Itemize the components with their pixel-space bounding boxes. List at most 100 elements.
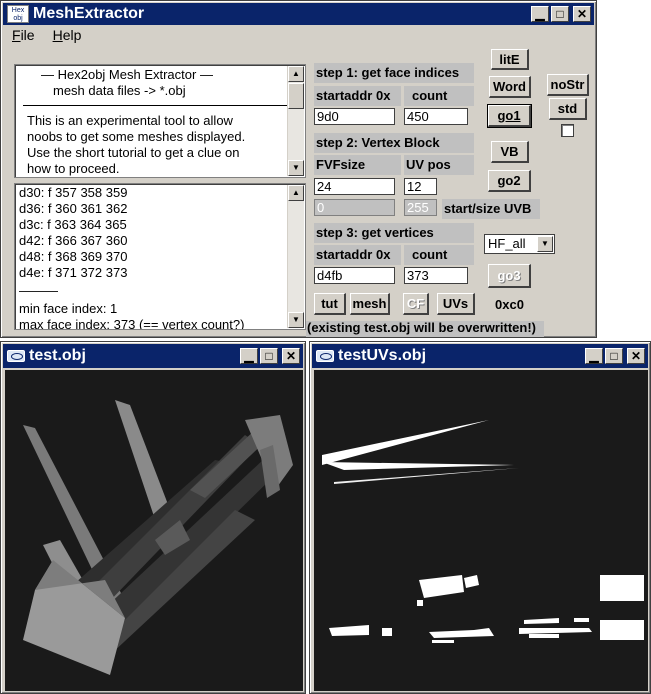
word-button[interactable]: Word: [489, 76, 531, 98]
uv-island: [382, 628, 392, 636]
uv-island: [322, 462, 514, 470]
info-text-box[interactable]: — Hex2obj Mesh Extractor — mesh data fil…: [14, 64, 306, 178]
mesh-render: [23, 400, 293, 675]
hex-obj-app-icon: Hex obj: [7, 5, 29, 23]
std-checkbox[interactable]: [561, 124, 574, 137]
step1-title: step 1: get face indices: [314, 63, 474, 83]
scroll-up-icon[interactable]: ▲: [288, 185, 304, 201]
menu-file[interactable]: File: [3, 26, 44, 46]
uv-island: [574, 618, 589, 622]
uv-island: [429, 628, 494, 638]
info-para-1: This is an experimental tool to allow: [27, 113, 233, 128]
mesh-extractor-window: Hex obj MeshExtractor ▁ □ ✕ File Help — …: [0, 0, 597, 338]
uv-island: [464, 575, 479, 588]
uv-window-title: testUVs.obj: [338, 347, 427, 364]
go2-button[interactable]: go2: [488, 170, 531, 192]
window-app-icon: [316, 350, 334, 362]
step3-count-label: count: [404, 245, 474, 265]
vb-button[interactable]: VB: [491, 141, 529, 163]
uv-island: [600, 620, 644, 640]
app-icon-text-bottom: obj: [13, 15, 23, 22]
uv-island: [417, 600, 423, 606]
cf-button[interactable]: CF: [403, 293, 429, 315]
menu-bar: File Help: [3, 26, 90, 46]
lite-button[interactable]: litE: [491, 49, 529, 70]
uv-island: [519, 628, 592, 634]
face-line: d30: f 357 358 359: [19, 185, 128, 200]
menu-file-label: ile: [20, 27, 35, 43]
uv-title-bar[interactable]: testUVs.obj ▁ □ ✕: [312, 344, 648, 368]
uv-island: [529, 634, 559, 638]
mesh-button[interactable]: mesh: [350, 293, 390, 315]
status-code: 0xc0: [495, 297, 524, 312]
info-subtitle: mesh data files -> *.obj: [53, 83, 186, 98]
go3-button[interactable]: go3: [488, 264, 531, 288]
mesh-window-title: test.obj: [29, 347, 86, 364]
close-icon[interactable]: ✕: [573, 6, 591, 22]
scroll-thumb[interactable]: [288, 83, 304, 109]
uv-island: [600, 575, 644, 601]
maximize-icon[interactable]: □: [551, 6, 569, 22]
face-log-box[interactable]: d30: f 357 358 359 d36: f 360 361 362 d3…: [14, 183, 306, 330]
overwrite-warning: (existing test.obj will be overwritten!): [306, 321, 544, 337]
uvs-button[interactable]: UVs: [437, 293, 475, 315]
uv-render: [322, 420, 644, 643]
face-line: d42: f 366 367 360: [19, 233, 128, 248]
step3-addr-input[interactable]: d4fb: [314, 267, 395, 284]
menu-help[interactable]: Help: [44, 26, 91, 46]
uv-island: [322, 420, 489, 465]
app-icon-text-top: Hex: [11, 7, 25, 14]
menu-help-mnemonic: H: [52, 27, 63, 43]
max-face-index: max face index: 373 (== vertex count?): [19, 317, 245, 330]
step2-title: step 2: Vertex Block: [314, 133, 474, 153]
main-title-bar[interactable]: Hex obj MeshExtractor ▁ □ ✕: [3, 3, 594, 25]
uv-island: [524, 618, 559, 624]
log-scrollbar[interactable]: ▲ ▼: [287, 185, 304, 328]
uv-pos-input[interactable]: 12: [404, 178, 437, 195]
close-icon[interactable]: ✕: [282, 348, 300, 364]
info-para-2: noobs to get some meshes displayed.: [27, 129, 246, 144]
minimize-icon[interactable]: ▁: [585, 348, 603, 364]
mesh-render-canvas[interactable]: [5, 370, 303, 691]
uv-island: [334, 468, 519, 484]
std-button[interactable]: std: [549, 98, 587, 120]
format-select-value: HF_all: [488, 236, 526, 251]
scroll-down-icon[interactable]: ▼: [288, 160, 304, 176]
info-title: — Hex2obj Mesh Extractor —: [41, 67, 213, 82]
close-icon[interactable]: ✕: [627, 348, 645, 364]
step1-count-input[interactable]: 450: [404, 108, 468, 125]
step1-count-label: count: [404, 86, 474, 106]
info-para-3: Use the short tutorial to get a clue on: [27, 145, 240, 160]
step1-addr-label: startaddr 0x: [314, 86, 401, 106]
window-app-icon: [7, 350, 25, 362]
menu-file-mnemonic: F: [12, 27, 21, 43]
face-line: d4e: f 371 372 373: [19, 265, 128, 280]
uvb-size-input[interactable]: 255: [404, 199, 437, 216]
minimize-icon[interactable]: ▁: [240, 348, 258, 364]
maximize-icon[interactable]: □: [605, 348, 623, 364]
nostr-button[interactable]: noStr: [547, 74, 589, 96]
uv-render-canvas[interactable]: [314, 370, 648, 691]
go1-button[interactable]: go1: [487, 104, 532, 128]
log-separator: ———: [19, 283, 58, 298]
mesh-view-window: test.obj ▁ □ ✕: [0, 341, 306, 694]
face-line: d48: f 368 369 370: [19, 249, 128, 264]
uv-view-window: testUVs.obj ▁ □ ✕: [309, 341, 651, 694]
format-select[interactable]: HF_all ▼: [484, 234, 555, 254]
step3-count-input[interactable]: 373: [404, 267, 468, 284]
mesh-title-bar[interactable]: test.obj ▁ □ ✕: [3, 344, 303, 368]
step3-addr-label: startaddr 0x: [314, 245, 401, 265]
tut-button[interactable]: tut: [314, 293, 346, 315]
maximize-icon[interactable]: □: [260, 348, 278, 364]
dropdown-arrow-icon[interactable]: ▼: [537, 236, 553, 252]
window-title: MeshExtractor: [33, 5, 145, 22]
scroll-down-icon[interactable]: ▼: [288, 312, 304, 328]
face-line: d36: f 360 361 362: [19, 201, 128, 216]
go1-label: go1: [497, 108, 521, 123]
scroll-up-icon[interactable]: ▲: [288, 66, 304, 82]
fvf-size-input[interactable]: 24: [314, 178, 395, 195]
minimize-icon[interactable]: ▁: [531, 6, 549, 22]
uvb-start-input[interactable]: 0: [314, 199, 395, 216]
info-scrollbar[interactable]: ▲ ▼: [287, 66, 304, 176]
step1-addr-input[interactable]: 9d0: [314, 108, 395, 125]
